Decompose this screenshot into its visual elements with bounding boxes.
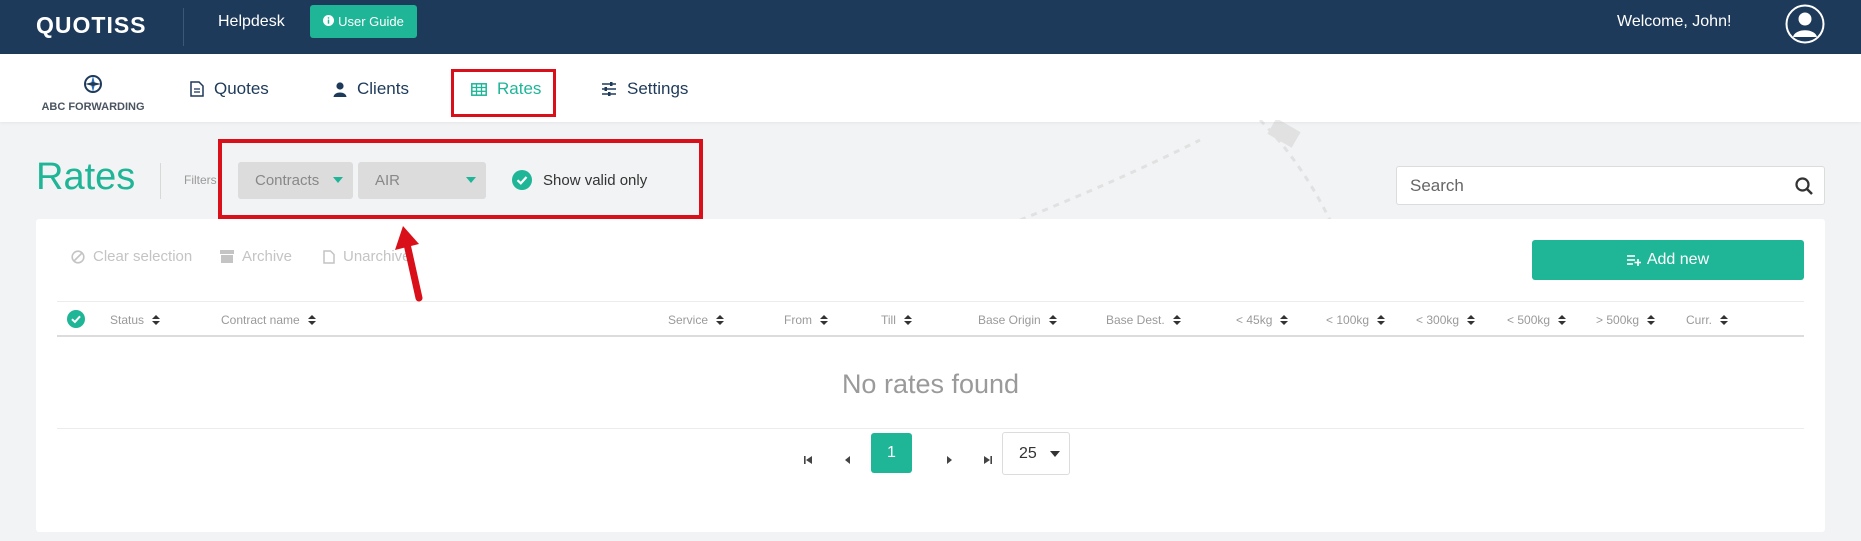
sort-icon (1647, 314, 1656, 326)
column-label: Service (668, 313, 709, 327)
add-new-label: Add new (1646, 251, 1710, 268)
first-page-icon[interactable] (793, 445, 823, 475)
add-new-button[interactable]: Add new (1532, 240, 1804, 280)
rates-tab-annotation-box (451, 69, 556, 117)
user-avatar-icon[interactable] (1785, 4, 1825, 44)
select-all-checkbox[interactable] (67, 310, 85, 328)
column-label: Base Origin (978, 313, 1041, 327)
column-over-500kg[interactable]: > 500kg (1596, 313, 1656, 327)
sort-icon (1720, 314, 1729, 326)
sort-icon (716, 314, 725, 326)
user-guide-label: User Guide (338, 14, 404, 29)
sort-icon (152, 314, 161, 326)
page-title: Rates (36, 156, 136, 198)
nav-settings[interactable]: Settings (601, 79, 688, 99)
sort-icon (1172, 314, 1181, 326)
clear-selection-label: Clear selection (93, 248, 193, 265)
last-page-icon[interactable] (973, 445, 1003, 475)
nav-quotes[interactable]: Quotes (190, 79, 269, 99)
column-label: Base Dest. (1106, 313, 1165, 327)
check-circle-icon (67, 310, 85, 328)
nav-settings-label: Settings (627, 79, 689, 98)
map-route-decoration (1019, 120, 1332, 220)
column-till[interactable]: Till (881, 313, 912, 327)
page-size-select[interactable]: 25 (1002, 432, 1070, 475)
column-label: From (784, 313, 812, 327)
column-label: > 500kg (1596, 313, 1640, 327)
column-under-300kg[interactable]: < 300kg (1416, 313, 1476, 327)
column-currency[interactable]: Curr. (1686, 313, 1729, 327)
rates-table-header: Status Contract name Service From Till B… (57, 301, 1804, 337)
ban-icon (71, 249, 85, 264)
quotiss-logo[interactable]: QUOTISS (36, 12, 147, 39)
search-input[interactable] (1398, 168, 1778, 203)
file-icon (323, 249, 335, 264)
sort-icon (1558, 314, 1567, 326)
sort-icon (1048, 314, 1057, 326)
column-contract-name[interactable]: Contract name (221, 313, 316, 327)
document-icon (190, 81, 204, 97)
main-nav: ABC FORWARDING Quotes Clients Rates Sett… (0, 54, 1861, 122)
title-divider (160, 163, 161, 199)
sort-icon (1377, 314, 1386, 326)
archive-label: Archive (242, 248, 293, 265)
sort-icon (1280, 314, 1289, 326)
archive-button[interactable]: Archive (220, 248, 292, 265)
search-box (1396, 166, 1825, 205)
sort-icon (820, 314, 828, 326)
search-icon[interactable] (1794, 176, 1814, 196)
filters-annotation-box (218, 139, 703, 219)
sort-icon (903, 314, 912, 326)
welcome-text: Welcome, John! (1617, 13, 1732, 30)
column-label: Curr. (1686, 313, 1713, 327)
sort-icon (307, 314, 316, 326)
nav-quotes-label: Quotes (214, 79, 269, 98)
user-guide-button[interactable]: User Guide (310, 5, 417, 38)
brand-name: ABC FORWARDING (41, 101, 145, 113)
brand-logo[interactable]: ABC FORWARDING (36, 74, 150, 113)
top-bar: QUOTISS Helpdesk User Guide Welcome, Joh… (0, 0, 1861, 54)
table-divider (57, 428, 1804, 429)
nav-clients-label: Clients (357, 79, 409, 98)
next-page-icon[interactable] (934, 445, 964, 475)
column-under-500kg[interactable]: < 500kg (1507, 313, 1567, 327)
column-service[interactable]: Service (668, 313, 725, 327)
column-label: < 100kg (1326, 313, 1370, 327)
column-label: < 300kg (1416, 313, 1460, 327)
column-label: < 45kg (1236, 313, 1273, 327)
current-page-button[interactable]: 1 (871, 433, 912, 473)
column-label: Status (110, 313, 145, 327)
column-under-45kg[interactable]: < 45kg (1236, 313, 1289, 327)
page-size-value: 25 (1019, 444, 1037, 462)
column-label: Till (881, 313, 896, 327)
column-base-dest[interactable]: Base Dest. (1106, 313, 1181, 327)
nav-clients[interactable]: Clients (333, 79, 409, 99)
column-base-origin[interactable]: Base Origin (978, 313, 1057, 327)
user-icon (333, 81, 347, 97)
info-icon (323, 14, 335, 29)
column-from[interactable]: From (784, 313, 828, 327)
sliders-icon (602, 82, 616, 96)
rates-card: Clear selection Archive Unarchive Add ne… (36, 219, 1825, 532)
annotation-arrow-icon (395, 226, 423, 302)
empty-state-text: No rates found (841, 369, 1020, 399)
topbar-divider (183, 8, 184, 46)
filters-label: Filters (184, 173, 217, 187)
helpdesk-link[interactable]: Helpdesk (218, 13, 285, 31)
column-label: Contract name (221, 313, 300, 327)
archive-icon (220, 250, 234, 263)
caret-down-icon (1050, 451, 1060, 457)
list-add-icon (1626, 255, 1641, 266)
column-status[interactable]: Status (110, 313, 161, 327)
previous-page-icon[interactable] (833, 445, 863, 475)
compass-icon (84, 75, 102, 93)
column-label: < 500kg (1507, 313, 1551, 327)
clear-selection-button[interactable]: Clear selection (71, 248, 192, 265)
sort-icon (1467, 314, 1476, 326)
column-under-100kg[interactable]: < 100kg (1326, 313, 1386, 327)
